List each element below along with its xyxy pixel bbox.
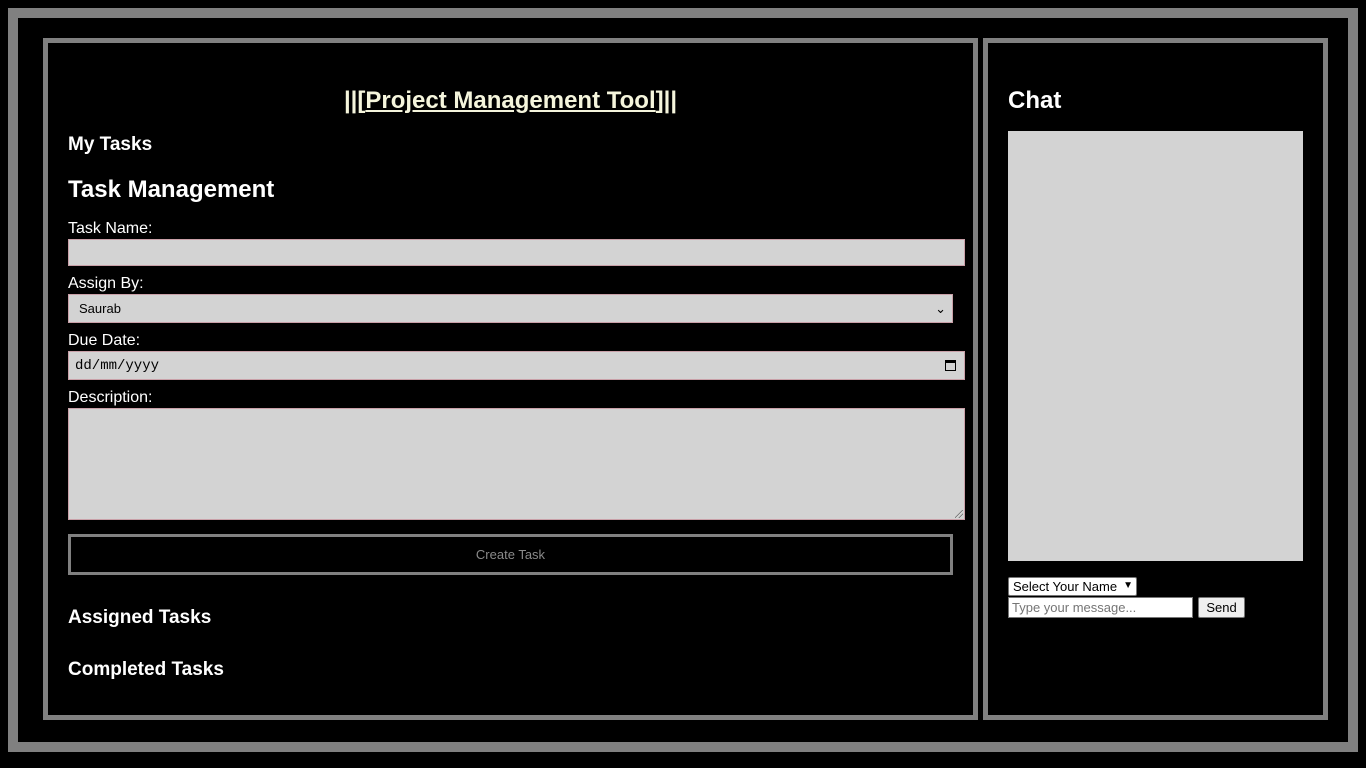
task-management-heading: Task Management: [68, 176, 275, 203]
due-date-label: Due Date:: [68, 332, 141, 349]
description-textarea[interactable]: [68, 408, 965, 520]
message-input[interactable]: Type your message...: [1008, 597, 1193, 618]
name-select[interactable]: Select Your Name ▼: [1008, 577, 1137, 596]
title-link[interactable]: Project Management Tool: [365, 87, 655, 114]
assigned-tasks-heading: Assigned Tasks: [68, 607, 212, 628]
completed-tasks-heading: Completed Tasks: [68, 659, 224, 680]
description-label: Description:: [68, 389, 153, 406]
send-button[interactable]: Send: [1198, 597, 1245, 618]
create-task-button[interactable]: Create Task: [68, 534, 953, 575]
assign-by-selected-value: Saurab: [79, 301, 121, 316]
calendar-icon[interactable]: [945, 360, 956, 371]
task-panel: ||[Project Management Tool]|| My Tasks T…: [43, 38, 978, 720]
due-date-input[interactable]: dd/mm/yyyy: [68, 351, 965, 380]
message-placeholder: Type your message...: [1012, 600, 1137, 615]
task-name-label: Task Name:: [68, 220, 153, 237]
resize-grip-icon[interactable]: [955, 510, 963, 518]
chevron-down-icon: ⌄: [935, 301, 946, 316]
chat-messages-area[interactable]: [1008, 131, 1303, 561]
name-select-value: Select Your Name: [1013, 579, 1118, 594]
assign-by-select[interactable]: Saurab ⌄: [68, 294, 953, 323]
task-name-input[interactable]: [68, 239, 965, 266]
due-date-placeholder: dd/mm/yyyy: [75, 357, 160, 374]
my-tasks-heading: My Tasks: [68, 134, 153, 155]
app-title: ||[Project Management Tool]||: [48, 87, 973, 115]
chat-title: Chat: [1008, 87, 1062, 114]
assign-by-label: Assign By:: [68, 275, 144, 292]
title-prefix: ||[: [343, 87, 366, 114]
title-suffix: ]||: [655, 87, 678, 114]
chevron-down-icon: ▼: [1123, 580, 1133, 591]
chat-panel: Chat Select Your Name ▼ Type your messag…: [983, 38, 1328, 720]
